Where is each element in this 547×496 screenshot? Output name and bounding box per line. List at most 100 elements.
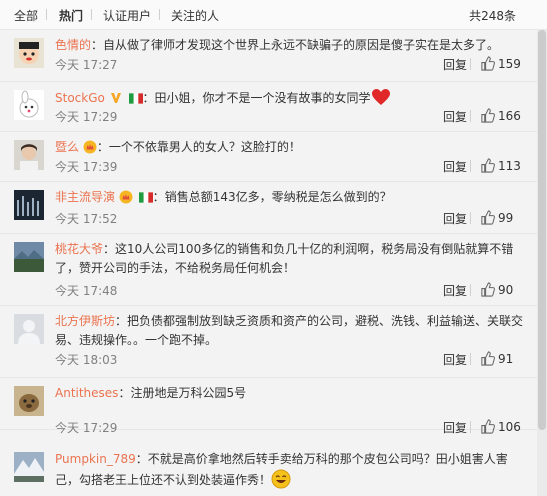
comment-body: 北方伊斯坊：把负债都强制放到缺乏资质和资产的公司，避税、洗钱、利益输送、关联交易… (55, 312, 525, 350)
tab-hot[interactable]: 热门 (59, 7, 83, 24)
comment-item: StockGo ：田小姐，你才不是一个没有故事的女同学 今天 17:29 回复 … (0, 82, 547, 132)
comment-time: 今天 17:27 (55, 58, 118, 72)
commenter-name[interactable]: 北方伊斯坊 (55, 314, 115, 328)
avatar[interactable] (14, 140, 44, 170)
laugh-emoji (271, 469, 291, 489)
commenter-name[interactable]: 非主流导演 (55, 190, 115, 204)
name-separator: ： (91, 38, 104, 52)
tab-verified-users[interactable]: 认证用户 (103, 7, 151, 24)
comment-total-count: 共248条 (469, 9, 516, 23)
action-divider (470, 58, 471, 70)
avatar[interactable] (14, 190, 44, 220)
reply-button[interactable]: 回复 (443, 351, 467, 368)
comment-body: Antitheses：注册地是万科公园5号 (55, 384, 525, 403)
comment-time: 今天 17:29 (55, 110, 118, 124)
tab-divider (91, 9, 92, 20)
comment-filter-bar: 全部 热门 认证用户 关注的人 共248条 (0, 0, 547, 30)
verified-v-icon (110, 93, 121, 103)
comment-time: 今天 17:39 (55, 160, 118, 174)
commenter-name[interactable]: 色情的 (55, 38, 91, 52)
reply-button[interactable]: 回复 (443, 210, 467, 227)
commenter-name[interactable]: 暨么 (55, 140, 79, 154)
commenter-name[interactable]: StockGo (55, 91, 105, 105)
name-separator: ： (96, 140, 109, 154)
like-count: 106 (498, 420, 521, 434)
avatar[interactable] (14, 314, 44, 344)
thumbs-up-icon (481, 210, 495, 225)
thumbs-up-icon (481, 108, 495, 123)
comment-body: 暨么 ：一个不依靠男人的女人？这脸打的！ (55, 138, 525, 157)
comment-time: 今天 17:52 (55, 212, 118, 226)
comment-text: 自从做了律师才发现这个世界上永远不缺骗子的原因是傻子实在是太多了。 (103, 38, 500, 52)
avatar[interactable] (14, 90, 44, 120)
reply-button[interactable]: 回复 (443, 158, 467, 175)
action-divider (470, 160, 471, 172)
comment-time: 今天 18:03 (55, 353, 118, 367)
reply-button[interactable]: 回复 (443, 419, 467, 436)
thumbs-up-icon (481, 158, 495, 173)
thumbs-up-icon (481, 56, 495, 71)
comment-item: 桃花大爷：这10人公司100多亿的销售和负几十亿的利润啊，税务局没有倒贴就算不错… (0, 234, 547, 306)
action-divider (470, 421, 471, 433)
tab-followed[interactable]: 关注的人 (171, 7, 219, 24)
vip-crown-icon (83, 140, 97, 154)
like-button[interactable]: 90 (480, 282, 513, 297)
like-button[interactable]: 91 (480, 351, 513, 366)
name-separator: ： (115, 314, 128, 328)
comment-item: Antitheses：注册地是万科公园5号 今天 17:29 回复 106 (0, 378, 547, 435)
like-count: 90 (498, 283, 514, 297)
scrollbar[interactable] (537, 30, 547, 496)
tab-divider (46, 9, 47, 20)
like-button[interactable]: 166 (480, 108, 521, 123)
action-divider (470, 284, 471, 296)
comment-item: 非主流导演 ：销售总额143亿多，零纳税是怎么做到的？ 今天 17:52 回复 … (0, 182, 547, 234)
comment-body: 桃花大爷：这10人公司100多亿的销售和负几十亿的利润啊，税务局没有倒贴就算不错… (55, 240, 525, 278)
like-count: 166 (498, 109, 521, 123)
like-button[interactable]: 106 (480, 419, 521, 434)
comment-body: StockGo ：田小姐，你才不是一个没有故事的女同学 (55, 88, 525, 108)
comment-text: 销售总额143亿多，零纳税是怎么做到的？ (164, 190, 392, 204)
commenter-name[interactable]: 桃花大爷 (55, 242, 103, 256)
avatar[interactable] (14, 452, 44, 482)
comment-text: 一个不依靠男人的女人？这脸打的！ (108, 140, 301, 154)
name-separator: ： (118, 386, 131, 400)
comment-body: Pumpkin_789：不就是高价拿地然后转手卖给万科的那个皮包公司吗？田小姐害… (55, 450, 525, 490)
like-count: 113 (498, 159, 521, 173)
comment-item: Pumpkin_789：不就是高价拿地然后转手卖给万科的那个皮包公司吗？田小姐害… (0, 444, 547, 496)
heart-emoji (371, 89, 390, 105)
tab-divider (159, 9, 160, 20)
reply-button[interactable]: 回复 (443, 56, 467, 73)
vip-crown-icon (119, 190, 133, 204)
name-separator: ： (135, 452, 148, 466)
like-button[interactable]: 99 (480, 210, 513, 225)
avatar[interactable] (14, 38, 44, 68)
thumbs-up-icon (481, 282, 495, 297)
reply-button[interactable]: 回复 (443, 108, 467, 125)
comment-text: 这10人公司100多亿的销售和负几十亿的利润啊，税务局没有倒贴就算不错了，赞开公… (55, 242, 514, 275)
comment-time: 今天 17:48 (55, 284, 118, 298)
italy-flag-icon (128, 93, 143, 104)
comment-body: 非主流导演 ：销售总额143亿多，零纳税是怎么做到的？ (55, 188, 525, 207)
comment-time: 今天 17:29 (55, 421, 118, 435)
tab-all[interactable]: 全部 (14, 7, 38, 24)
avatar[interactable] (14, 242, 44, 272)
scrollbar-thumb[interactable] (538, 30, 546, 430)
comment-item: 色情的：自从做了律师才发现这个世界上永远不缺骗子的原因是傻子实在是太多了。 今天… (0, 30, 547, 82)
like-count: 159 (498, 57, 521, 71)
commenter-name[interactable]: Pumpkin_789 (55, 452, 136, 466)
avatar[interactable] (14, 386, 44, 416)
comment-text: 注册地是万科公园5号 (130, 386, 247, 400)
reply-button[interactable]: 回复 (443, 282, 467, 299)
like-count: 99 (498, 211, 514, 225)
action-divider (470, 212, 471, 224)
action-divider (470, 353, 471, 365)
like-button[interactable]: 113 (480, 158, 521, 173)
comment-body: 色情的：自从做了律师才发现这个世界上永远不缺骗子的原因是傻子实在是太多了。 (55, 36, 525, 55)
name-separator: ： (103, 242, 116, 256)
thumbs-up-icon (481, 351, 495, 366)
commenter-name[interactable]: Antitheses (55, 386, 118, 400)
thumbs-up-icon (481, 419, 495, 434)
like-button[interactable]: 159 (480, 56, 521, 71)
comment-item: 暨么 ：一个不依靠男人的女人？这脸打的！ 今天 17:39 回复 113 (0, 132, 547, 182)
name-separator: ： (142, 91, 155, 105)
